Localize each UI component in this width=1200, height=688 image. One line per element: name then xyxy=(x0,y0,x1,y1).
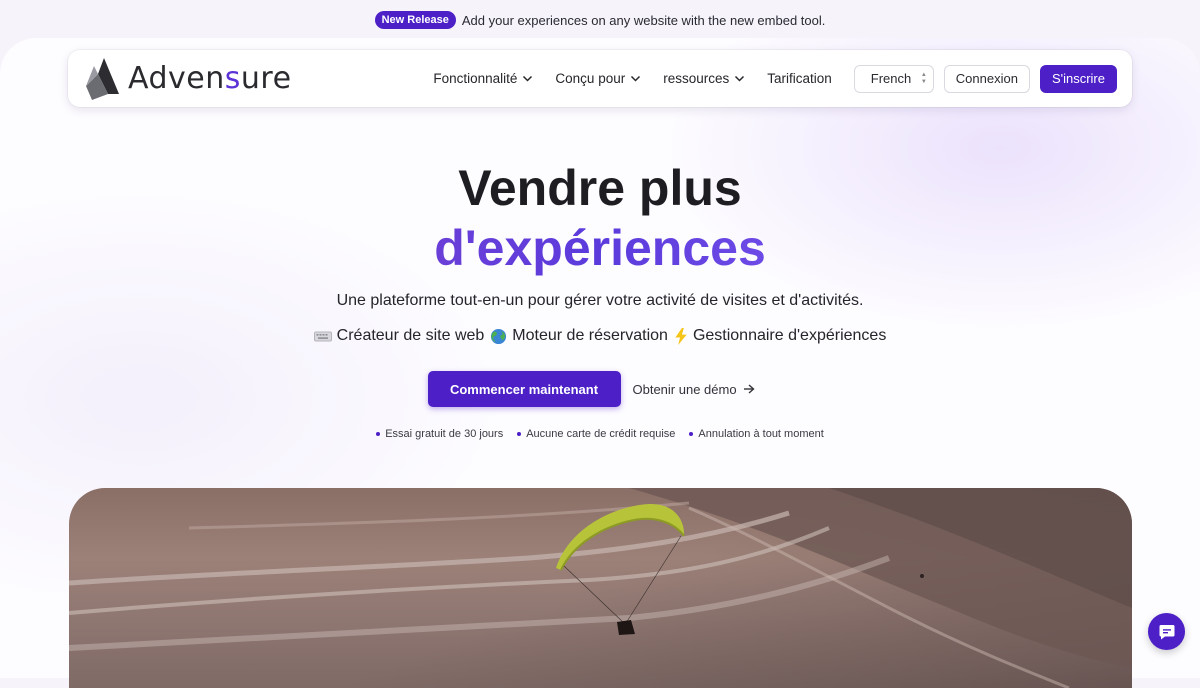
new-release-badge: New Release xyxy=(374,11,456,29)
chat-icon xyxy=(1159,624,1174,639)
brand-logo-icon xyxy=(86,57,119,100)
announcement-text: Add your experiences on any website with… xyxy=(461,12,826,28)
language-value: French xyxy=(870,71,912,86)
nav-item-tarification[interactable]: Tarification xyxy=(767,71,832,86)
start-now-button[interactable]: Commencer maintenant xyxy=(427,371,621,407)
nav-item-fonctionnalite[interactable]: Fonctionnalité xyxy=(433,71,533,86)
nav-item-concu-pour[interactable]: Conçu pour xyxy=(555,71,641,86)
feature-label: Créateur de site web xyxy=(336,327,485,344)
hero-image xyxy=(69,488,1132,688)
keyboard-icon xyxy=(313,331,332,342)
perk-item: Essai gratuit de 30 jours xyxy=(376,428,503,440)
perks-list: Essai gratuit de 30 jours Aucune carte d… xyxy=(0,428,1200,440)
nav-links: Fonctionnalité Conçu pour ressources Tar… xyxy=(433,71,831,86)
feature-item: Gestionnaire d'expériences xyxy=(674,327,886,345)
arrow-right-icon xyxy=(743,384,755,394)
feature-label: Moteur de réservation xyxy=(512,327,668,344)
perk-item: Annulation à tout moment xyxy=(689,428,824,440)
bullet-icon xyxy=(689,432,694,436)
brand-name: Advensure xyxy=(128,61,292,96)
feature-item: Créateur de site web xyxy=(313,327,485,345)
nav-item-label: Conçu pour xyxy=(555,71,626,86)
select-arrows-icon: ▲ ▼ xyxy=(920,72,927,85)
hero-title-line2: d'expériences xyxy=(434,220,766,276)
perk-item: Aucune carte de crédit requise xyxy=(517,428,675,440)
language-select[interactable]: French ▲ ▼ xyxy=(853,64,934,93)
feature-list: Créateur de site web Moteur de réservati… xyxy=(0,327,1200,345)
chevron-down-icon xyxy=(523,75,533,82)
bullet-icon xyxy=(517,432,522,436)
perk-label: Annulation à tout moment xyxy=(698,428,824,440)
feature-item: Moteur de réservation xyxy=(490,327,668,345)
globe-icon xyxy=(491,328,507,344)
hero-title-line1: Vendre plus xyxy=(458,160,742,216)
announcement-bar[interactable]: New Release Add your experiences on any … xyxy=(0,0,1200,40)
chat-widget-button[interactable] xyxy=(1148,613,1185,650)
nav-item-label: Fonctionnalité xyxy=(433,71,518,86)
brand-logo[interactable]: Advensure xyxy=(84,56,292,102)
perk-label: Essai gratuit de 30 jours xyxy=(385,428,504,440)
chevron-down-icon xyxy=(631,75,641,82)
signup-button[interactable]: S'inscrire xyxy=(1039,64,1117,93)
nav-item-label: Tarification xyxy=(767,71,832,86)
demo-link-label: Obtenir une démo xyxy=(632,381,737,397)
nav-item-ressources[interactable]: ressources xyxy=(663,71,745,86)
lightning-icon xyxy=(675,327,687,345)
login-button[interactable]: Connexion xyxy=(943,64,1030,93)
perk-label: Aucune carte de crédit requise xyxy=(526,428,676,440)
cta-row: Commencer maintenant Obtenir une démo xyxy=(0,371,1200,407)
nav-item-label: ressources xyxy=(663,71,730,86)
bullet-icon xyxy=(376,432,381,436)
navbar: Advensure Fonctionnalité Conçu pour ress… xyxy=(68,50,1132,107)
hero-subtitle: Une plateforme tout-en-un pour gérer vot… xyxy=(336,292,864,309)
paraglider-beach-illustration xyxy=(69,488,1132,688)
chevron-down-icon xyxy=(735,75,745,82)
demo-link[interactable]: Obtenir une démo xyxy=(633,382,773,397)
feature-label: Gestionnaire d'expériences xyxy=(692,327,887,344)
